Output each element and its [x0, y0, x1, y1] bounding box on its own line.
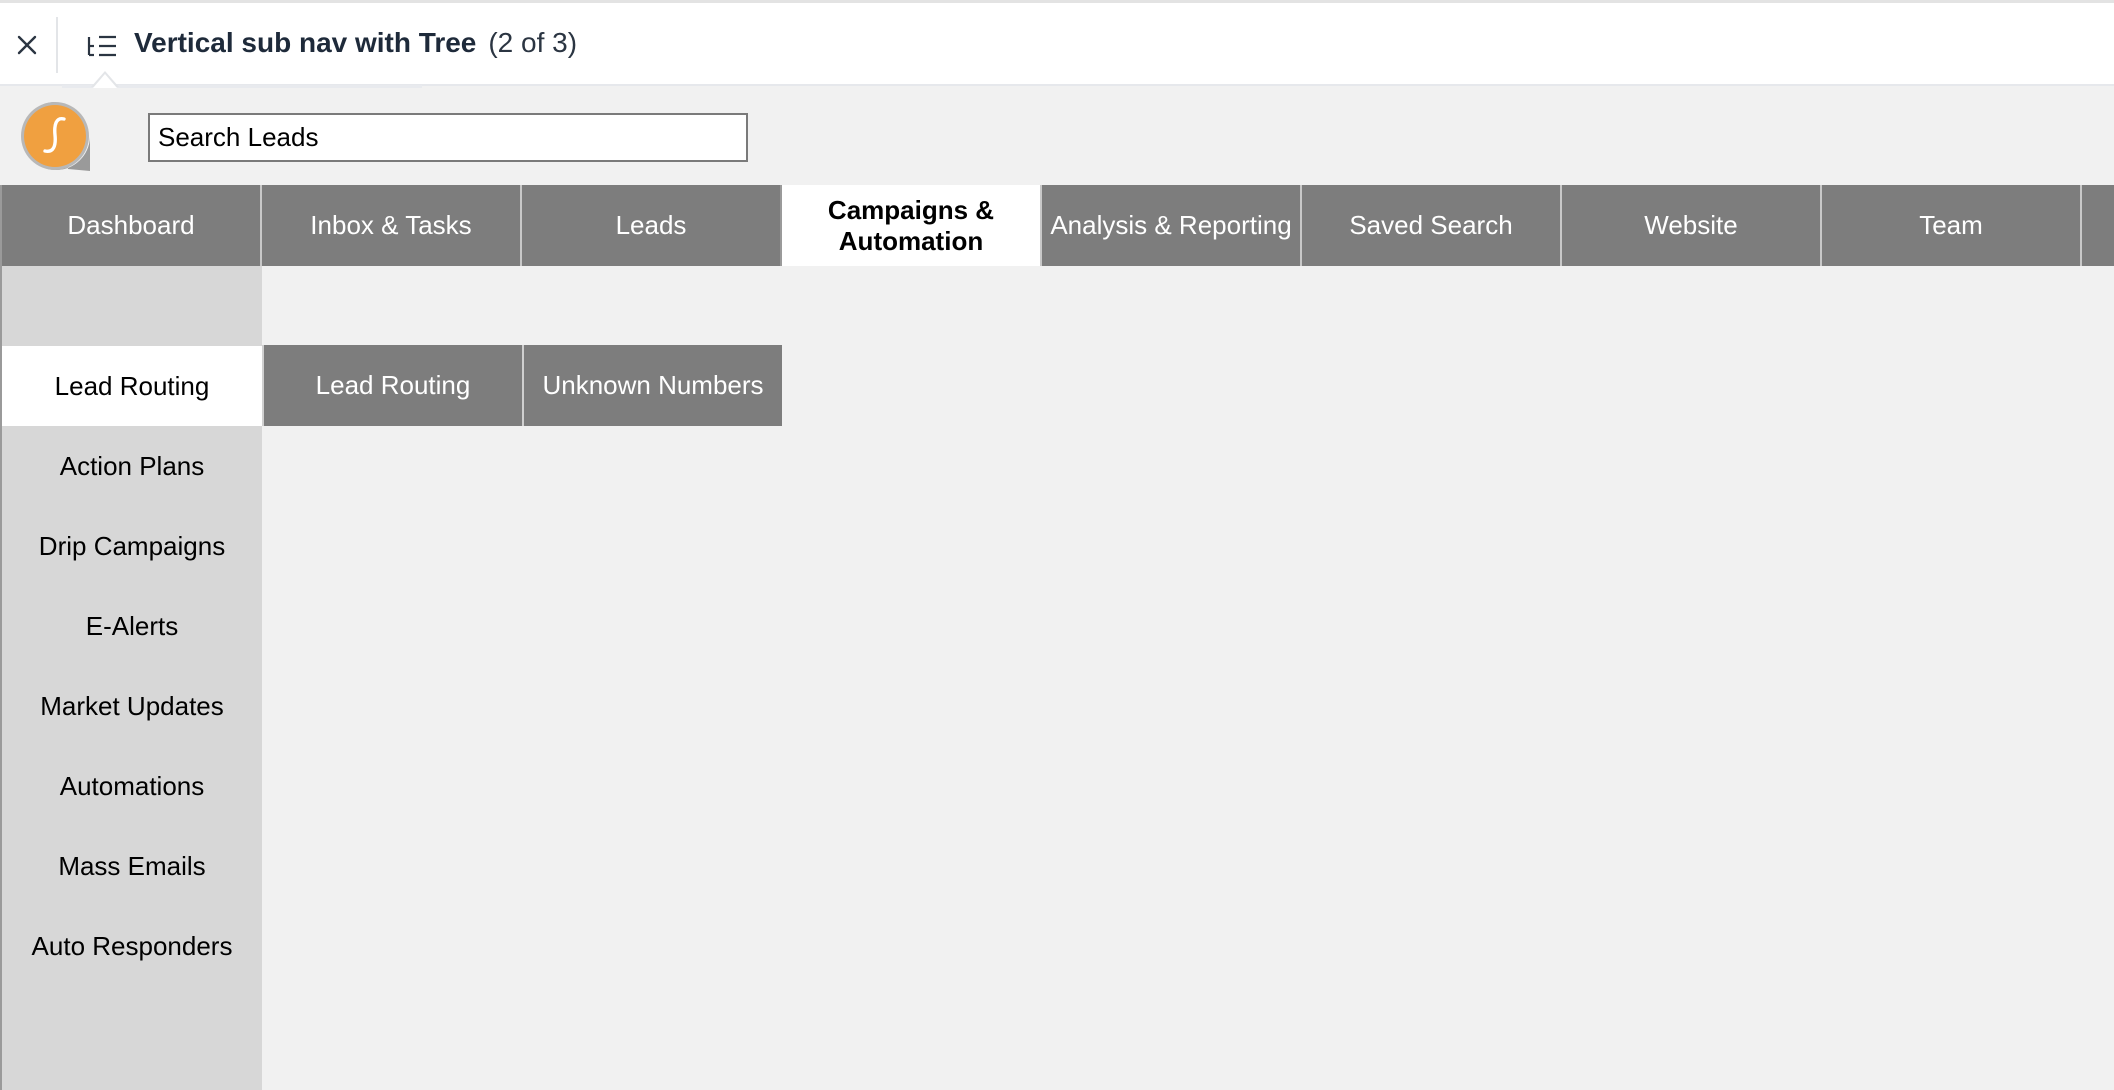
title-bar-divider — [56, 17, 58, 73]
tree-list-icon — [87, 35, 116, 57]
nav-item-saved-search[interactable]: Saved Search — [1300, 185, 1560, 266]
side-nav: Lead Routing Action Plans Drip Campaigns… — [0, 266, 262, 1090]
main-nav: Dashboard Inbox & Tasks Leads Campaigns … — [0, 185, 2114, 266]
page-count: (2 of 3) — [488, 27, 578, 58]
side-item-label: Auto Responders — [31, 930, 233, 961]
nav-item-website[interactable]: Website — [1560, 185, 1820, 266]
preview-title: Vertical sub nav with Tree (2 of 3) — [134, 27, 577, 67]
brand-logo-icon[interactable] — [18, 99, 94, 175]
side-item-label: Market Updates — [40, 690, 224, 721]
side-item-label: Mass Emails — [58, 850, 206, 881]
side-item-e-alerts[interactable]: E-Alerts — [2, 586, 262, 666]
side-item-action-plans[interactable]: Action Plans — [2, 426, 262, 506]
nav-item-label: Leads — [615, 210, 687, 240]
tab-label: Unknown Numbers — [542, 370, 764, 400]
nav-item-analysis-reporting[interactable]: Analysis & Reporting — [1040, 185, 1300, 266]
nav-item-label: Team — [1919, 210, 1983, 240]
preview-title-bar: Vertical sub nav with Tree (2 of 3) — [0, 0, 2114, 88]
nav-item-label: Analysis & Reporting — [1050, 210, 1292, 240]
close-button[interactable] — [8, 23, 46, 67]
side-item-market-updates[interactable]: Market Updates — [2, 666, 262, 746]
side-item-mass-emails[interactable]: Mass Emails — [2, 826, 262, 906]
side-nav-list: Lead Routing Action Plans Drip Campaigns… — [2, 346, 262, 986]
side-item-label: E-Alerts — [85, 610, 179, 641]
nav-item-label: Website — [1644, 210, 1738, 240]
nav-item-leads[interactable]: Leads — [520, 185, 780, 266]
nav-item-label: Inbox & Tasks — [310, 210, 472, 240]
search-leads-input[interactable] — [148, 113, 748, 162]
side-item-auto-responders[interactable]: Auto Responders — [2, 906, 262, 986]
side-item-label: Drip Campaigns — [38, 530, 226, 561]
nav-item-inbox-tasks[interactable]: Inbox & Tasks — [260, 185, 520, 266]
nav-item-campaigns-automation[interactable]: Campaigns & Automation — [780, 185, 1040, 266]
nav-overflow-item[interactable] — [2080, 185, 2114, 266]
nav-item-dashboard[interactable]: Dashboard — [0, 185, 260, 266]
nav-item-label: Dashboard — [67, 210, 195, 240]
tab-lead-routing[interactable]: Lead Routing — [262, 345, 522, 426]
title-tab-notch — [91, 71, 119, 88]
side-item-label: Action Plans — [59, 450, 205, 481]
nav-item-label: Saved Search — [1349, 210, 1513, 240]
page-title: Vertical sub nav with Tree — [134, 27, 477, 58]
side-item-label: Lead Routing — [54, 370, 210, 401]
nav-item-label: Campaigns & Automation — [827, 194, 995, 256]
tab-unknown-numbers[interactable]: Unknown Numbers — [522, 345, 782, 426]
sub-tabs: Lead Routing Unknown Numbers — [262, 345, 782, 426]
side-item-drip-campaigns[interactable]: Drip Campaigns — [2, 506, 262, 586]
side-item-lead-routing[interactable]: Lead Routing — [2, 346, 262, 426]
nav-item-team[interactable]: Team — [1820, 185, 2080, 266]
side-item-label: Automations — [59, 770, 205, 801]
close-icon — [17, 35, 37, 55]
side-item-automations[interactable]: Automations — [2, 746, 262, 826]
tab-label: Lead Routing — [315, 370, 471, 400]
